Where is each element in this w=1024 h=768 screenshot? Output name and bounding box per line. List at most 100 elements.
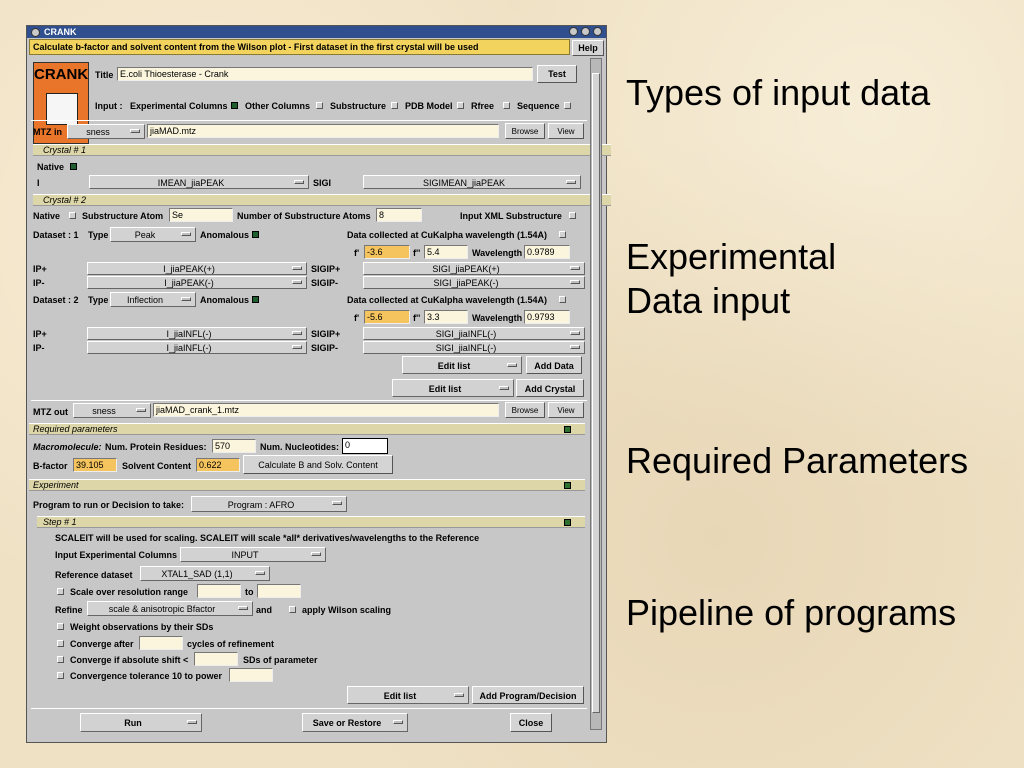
crystal-2-native-checkbox[interactable] [69,212,76,219]
dataset-2-sigip-dropdown[interactable]: SIGI_jiaINFL(-) [363,327,585,340]
dataset-2-fp-input[interactable]: -5.6 [364,310,410,324]
dataset-2-fp-label: f' [354,313,360,323]
dataset-2-im-dropdown[interactable]: I_jiaINFL(-) [87,341,307,354]
collapse-toggle-icon[interactable] [564,519,571,526]
minimize-icon[interactable] [569,27,578,36]
checkbox-sequence[interactable] [564,102,571,109]
solvent-content-input[interactable]: 0.622 [196,458,240,472]
mtz-out-file[interactable]: jiaMAD_crank_1.mtz [153,403,499,417]
dataset-2-fpp-input[interactable]: 3.3 [424,310,468,324]
dataset-2-wavelength-input[interactable]: 0.9793 [524,310,570,324]
substructure-atom-input[interactable]: Se [169,208,233,222]
maximize-icon[interactable] [581,27,590,36]
dataset-1-ip-dropdown[interactable]: I_jiaPEAK(+) [87,262,307,275]
add-data-button[interactable]: Add Data [526,356,582,374]
browse-out-button[interactable]: Browse [505,402,545,418]
dataset-2-sigim-dropdown[interactable]: SIGI_jiaINFL(-) [363,341,585,354]
checkbox-experimental[interactable] [231,102,238,109]
converge-after-checkbox[interactable] [57,640,64,647]
scale-range-checkbox[interactable] [57,588,64,595]
nucleotides-input[interactable]: 0 [342,438,388,454]
converge-after-label: Converge after [70,639,134,649]
checkbox-substructure[interactable] [391,102,398,109]
experiment-title: Experiment [33,480,79,490]
required-parameters-section[interactable]: Required parameters [29,423,585,435]
program-label: Program to run or Decision to take: [33,500,185,510]
crystal-edit-list-dropdown[interactable]: Edit list [392,379,514,397]
checkbox-pdb[interactable] [457,102,464,109]
close-button[interactable]: Close [510,713,552,732]
chevron-down-icon [292,266,302,270]
mtz-out-mode-dropdown[interactable]: sness [73,403,151,418]
window-menu-icon[interactable] [31,27,40,37]
converge-tol-input[interactable] [229,668,273,682]
help-button[interactable]: Help [572,40,604,56]
collapse-toggle-icon[interactable] [564,482,571,489]
dataset-1-fpp-input[interactable]: 5.4 [424,245,468,259]
step-1-section[interactable]: Step # 1 [37,516,585,528]
resolution-from-input[interactable] [197,584,241,598]
close-icon[interactable] [593,27,602,36]
dataset-1-sigim-dropdown[interactable]: SIGI_jiaPEAK(-) [363,276,585,289]
residues-input[interactable]: 570 [212,439,256,453]
wilson-scaling-checkbox[interactable] [289,606,296,613]
scrollbar-thumb[interactable] [592,73,600,713]
test-button[interactable]: Test [537,65,577,83]
dataset-2-type-dropdown[interactable]: Inflection [110,292,196,307]
collapse-toggle-icon[interactable] [564,426,571,433]
reference-dataset-dropdown[interactable]: XTAL1_SAD (1,1) [140,566,270,581]
dataset-1-wavelength-input[interactable]: 0.9789 [524,245,570,259]
dataset-1-cukalpha-checkbox[interactable] [559,231,566,238]
calculate-b-solvent-button[interactable]: Calculate B and Solv. Content [243,455,393,474]
dataset-1-type-dropdown[interactable]: Peak [110,227,196,242]
experiment-section[interactable]: Experiment [29,479,585,491]
dataset-2-anomalous-checkbox[interactable] [252,296,259,303]
program-dropdown[interactable]: Program : AFRO [191,496,347,512]
save-restore-dropdown[interactable]: Save or Restore [302,713,408,732]
dataset-1-fp-input[interactable]: -3.6 [364,245,410,259]
weight-checkbox[interactable] [57,623,64,630]
window-titlebar[interactable]: CRANK [27,26,606,38]
input-columns-dropdown[interactable]: INPUT [180,547,326,562]
refine-label: Refine [55,605,83,615]
refine-dropdown[interactable]: scale & anisotropic Bfactor [87,601,253,616]
run-dropdown[interactable]: Run [80,713,202,732]
crystal-2-section[interactable]: Crystal # 2 [33,194,611,206]
i-column-dropdown[interactable]: IMEAN_jiaPEAK [89,175,309,189]
dataset-1-sigip-dropdown[interactable]: SIGI_jiaPEAK(+) [363,262,585,275]
dataset-2-anomalous-label: Anomalous [200,295,250,305]
bfactor-input[interactable]: 39.105 [73,458,117,472]
add-crystal-button[interactable]: Add Crystal [516,379,584,397]
browse-in-button[interactable]: Browse [505,123,545,139]
resolution-to-input[interactable] [257,584,301,598]
mtz-in-mode-dropdown[interactable]: sness [67,124,145,139]
converge-after-input[interactable] [139,636,183,650]
dataset-1-anomalous-checkbox[interactable] [252,231,259,238]
checkbox-other[interactable] [316,102,323,109]
step-edit-list-dropdown[interactable]: Edit list [347,686,469,704]
dataset-2-ip-dropdown[interactable]: I_jiaINFL(-) [87,327,307,340]
dataset-1-im-dropdown[interactable]: I_jiaPEAK(-) [87,276,307,289]
dataset-2-label: Dataset : 2 [33,295,79,305]
add-program-button[interactable]: Add Program/Decision [472,686,584,704]
and-label: and [256,605,273,615]
to-label: to [245,587,254,597]
converge-tol-checkbox[interactable] [57,672,64,679]
dataset-2-cukalpha-checkbox[interactable] [559,296,566,303]
title-input[interactable]: E.coli Thioesterase - Crank [117,67,533,81]
crystal-1-section[interactable]: Crystal # 1 [33,144,611,156]
sigi-column-dropdown[interactable]: SIGIMEAN_jiaPEAK [363,175,581,189]
input-xml-substructure-checkbox[interactable] [569,212,576,219]
view-in-button[interactable]: View [548,123,584,139]
crystal-1-native-checkbox[interactable] [70,163,77,170]
converge-abs-input[interactable] [194,652,238,666]
dataset-1-sigip-label: SIGIP+ [311,264,341,274]
checkbox-rfree[interactable] [503,102,510,109]
view-out-button[interactable]: View [548,402,584,418]
cycles-label: cycles of refinement [187,639,275,649]
mtz-in-file[interactable]: jiaMAD.mtz [147,124,499,138]
vertical-scrollbar[interactable] [590,58,602,730]
dataset-edit-list-dropdown[interactable]: Edit list [402,356,522,374]
converge-abs-checkbox[interactable] [57,656,64,663]
num-substructure-atoms-input[interactable]: 8 [376,208,422,222]
